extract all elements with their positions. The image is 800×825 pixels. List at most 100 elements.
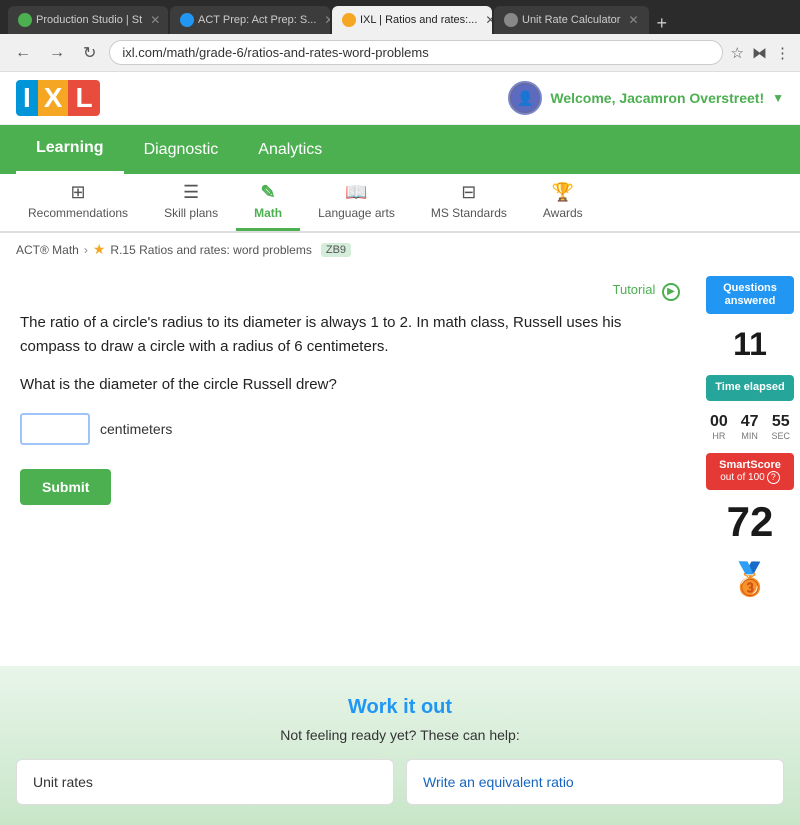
- avatar-inner: 👤: [511, 84, 539, 112]
- help-card-unit-rates[interactable]: Unit rates: [16, 759, 394, 805]
- language-arts-icon: 📖: [345, 182, 367, 203]
- reload-button[interactable]: ↻: [78, 41, 101, 65]
- sub-nav: ⊞ Recommendations ☰ Skill plans ✎ Math 📖…: [0, 174, 800, 233]
- toolbar-icons: ☆ ⧓ ⋮: [731, 44, 790, 62]
- subnav-label: Awards: [543, 206, 583, 220]
- breadcrumb-star-icon: ★: [93, 241, 106, 258]
- submit-button[interactable]: Submit: [20, 469, 111, 505]
- nav-analytics[interactable]: Analytics: [238, 127, 342, 173]
- breadcrumb-code: ZB9: [321, 243, 351, 257]
- smart-score-value: 72: [727, 494, 774, 550]
- subnav-ms-standards[interactable]: ⊟ MS Standards: [413, 174, 525, 231]
- skill-plans-icon: ☰: [183, 182, 199, 203]
- subnav-recommendations[interactable]: ⊞ Recommendations: [10, 174, 146, 231]
- subnav-math[interactable]: ✎ Math: [236, 174, 300, 231]
- questions-answered-box: Questions answered: [706, 276, 794, 314]
- tab-prod-studio[interactable]: Production Studio | St ✕: [8, 6, 168, 34]
- tab-ixl-ratios[interactable]: IXL | Ratios and rates:... ✕: [332, 6, 492, 34]
- smart-score-sub: out of 100 ?: [714, 471, 786, 484]
- time-hr: 00 HR: [705, 409, 733, 445]
- answer-row: centimeters: [20, 413, 680, 445]
- math-icon: ✎: [261, 182, 276, 203]
- stats-sidebar: Questions answered 11 Time elapsed 00 HR…: [700, 266, 800, 666]
- work-it-out-subtitle: Not feeling ready yet? These can help:: [16, 727, 784, 743]
- smart-score-sub-text: out of 100: [720, 472, 764, 483]
- subnav-label: MS Standards: [431, 206, 507, 220]
- tutorial-link: Tutorial ▶: [20, 282, 680, 301]
- medal-icon: 🥉: [730, 554, 770, 604]
- ixl-header: I X L 👤 Welcome, Jacamron Overstreet! ▼: [0, 72, 800, 125]
- time-grid: 00 HR 47 MIN 55 SEC: [705, 409, 795, 445]
- question-text: The ratio of a circle's radius to its di…: [20, 311, 680, 359]
- tab-label: ACT Prep: Act Prep: S...: [198, 14, 316, 26]
- help-card-label: Write an equivalent ratio: [423, 774, 574, 790]
- answer-input[interactable]: [20, 413, 90, 445]
- question-sub-text: What is the diameter of the circle Russe…: [20, 373, 680, 397]
- smart-score-label: SmartScore: [714, 459, 786, 471]
- tutorial-text[interactable]: Tutorial: [613, 282, 656, 297]
- help-card-equiv-ratio[interactable]: Write an equivalent ratio: [406, 759, 784, 805]
- recommendations-icon: ⊞: [70, 182, 85, 203]
- subnav-skill-plans[interactable]: ☰ Skill plans: [146, 174, 236, 231]
- tab-favicon: [342, 13, 356, 27]
- back-button[interactable]: ←: [10, 42, 36, 64]
- logo-i: I: [16, 80, 38, 116]
- tab-close-act-prep[interactable]: ✕: [324, 13, 330, 27]
- tab-act-prep[interactable]: ACT Prep: Act Prep: S... ✕: [170, 6, 330, 34]
- tab-unit-rate-calc[interactable]: Unit Rate Calculator ✕: [494, 6, 649, 34]
- new-tab-button[interactable]: +: [651, 13, 674, 34]
- subnav-label: Recommendations: [28, 206, 128, 220]
- subnav-label: Skill plans: [164, 206, 218, 220]
- breadcrumb-parent[interactable]: ACT® Math: [16, 243, 79, 257]
- avatar: 👤: [508, 81, 542, 115]
- tab-favicon: [18, 13, 32, 27]
- tab-label: Production Studio | St: [36, 14, 142, 26]
- smart-score-box: SmartScore out of 100 ?: [706, 453, 794, 490]
- nav-learning[interactable]: Learning: [16, 125, 124, 174]
- awards-icon: 🏆: [552, 182, 574, 203]
- address-bar-row: ← → ↻ ☆ ⧓ ⋮: [0, 34, 800, 72]
- welcome-text: Welcome, Jacamron Overstreet!: [550, 90, 764, 106]
- time-elapsed-box: Time elapsed: [706, 375, 794, 400]
- content-area: Tutorial ▶ The ratio of a circle's radiu…: [0, 266, 700, 666]
- user-area: 👤 Welcome, Jacamron Overstreet! ▼: [508, 81, 784, 115]
- tab-favicon: [504, 13, 518, 27]
- tab-close-prod-studio[interactable]: ✕: [150, 13, 160, 27]
- forward-button[interactable]: →: [44, 42, 70, 64]
- time-sec: 55 SEC: [767, 409, 796, 445]
- smart-score-help-icon[interactable]: ?: [767, 471, 780, 484]
- subnav-language-arts[interactable]: 📖 Language arts: [300, 174, 413, 231]
- tab-close-unit-rate[interactable]: ✕: [628, 13, 638, 27]
- menu-icon[interactable]: ⋮: [775, 44, 790, 62]
- breadcrumb-separator: ›: [84, 243, 88, 257]
- tab-label: IXL | Ratios and rates:...: [360, 14, 477, 26]
- unit-label: centimeters: [100, 421, 172, 437]
- tab-close-ixl-ratios[interactable]: ✕: [485, 13, 492, 27]
- subnav-label: Math: [254, 206, 282, 220]
- work-it-out-title: Work it out: [16, 696, 784, 719]
- tab-favicon: [180, 13, 194, 27]
- tab-label: Unit Rate Calculator: [522, 14, 620, 26]
- subnav-label: Language arts: [318, 206, 395, 220]
- time-elapsed-label: Time elapsed: [714, 381, 786, 394]
- nav-diagnostic[interactable]: Diagnostic: [124, 127, 239, 173]
- logo-l: L: [68, 80, 99, 116]
- breadcrumb: ACT® Math › ★ R.15 Ratios and rates: wor…: [0, 233, 800, 266]
- help-card-label: Unit rates: [33, 774, 93, 790]
- logo-x: X: [38, 80, 69, 116]
- help-cards: Unit rates Write an equivalent ratio: [16, 759, 784, 805]
- ms-standards-icon: ⊟: [461, 182, 476, 203]
- tutorial-play-icon[interactable]: ▶: [662, 283, 680, 301]
- time-min: 47 MIN: [736, 409, 764, 445]
- main-content: Tutorial ▶ The ratio of a circle's radiu…: [0, 266, 800, 666]
- browser-tab-bar: Production Studio | St ✕ ACT Prep: Act P…: [0, 0, 800, 34]
- questions-answered-label: Questions answered: [714, 282, 786, 308]
- subnav-awards[interactable]: 🏆 Awards: [525, 174, 601, 231]
- user-dropdown-icon[interactable]: ▼: [772, 91, 784, 105]
- ixl-logo[interactable]: I X L: [16, 80, 100, 116]
- work-it-out-section: Work it out Not feeling ready yet? These…: [0, 666, 800, 825]
- extension-icon[interactable]: ⧓: [752, 44, 767, 62]
- address-input[interactable]: [109, 40, 722, 65]
- breadcrumb-current: R.15 Ratios and rates: word problems: [110, 243, 311, 257]
- bookmark-icon[interactable]: ☆: [731, 44, 744, 62]
